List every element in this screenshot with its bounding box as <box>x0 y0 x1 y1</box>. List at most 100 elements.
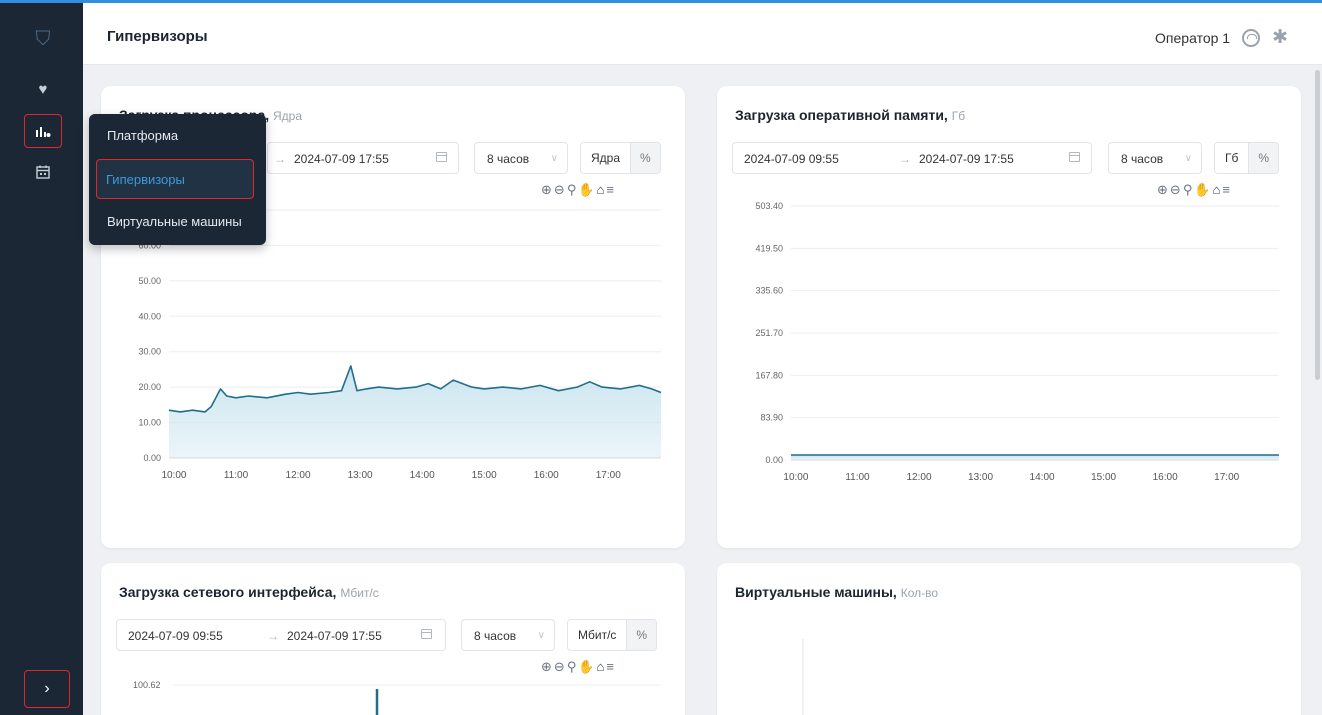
y-tick-label: 0.00 <box>143 453 161 463</box>
pan-hand-icon[interactable]: ✋ <box>578 182 596 197</box>
network-unit-mbit[interactable]: Мбит/с <box>568 620 627 650</box>
memory-load-chart: 0.00 83.90 167.80 251.70 335.60 419.50 503.40 1… <box>755 201 1279 483</box>
memory-range-end[interactable]: 2024-07-09 17:55 <box>919 152 1014 166</box>
memory-load-card: Загрузка оперативной памяти, Гб 2024-07-… <box>717 86 1301 548</box>
reset-home-icon[interactable]: ⌂ <box>1213 182 1223 197</box>
reset-home-icon[interactable]: ⌂ <box>597 182 607 197</box>
memory-unit-gb[interactable]: Гб <box>1215 143 1249 173</box>
network-range-end[interactable]: 2024-07-09 17:55 <box>287 629 382 643</box>
memory-title-unit: Гб <box>951 109 966 123</box>
zoom-select-icon[interactable]: ⚲ <box>567 659 579 674</box>
cpu-unit-toggle: Ядра % <box>580 142 661 174</box>
menu-item-hypervisors[interactable]: Гипервизоры <box>96 159 254 199</box>
bar-chart-icon <box>36 127 51 137</box>
network-load-card: Загрузка сетевого интерфейса, Мбит/с 202… <box>101 563 685 715</box>
vms-chart <box>802 639 804 715</box>
x-tick-label: 10:00 <box>783 472 808 483</box>
series-area <box>169 365 661 458</box>
x-tick-label: 12:00 <box>286 470 311 481</box>
zoom-in-icon[interactable]: ⊕ <box>1157 182 1170 197</box>
cpu-chart-toolbar: ⊕⊖⚲✋⌂≡ <box>541 182 616 198</box>
network-unit-toggle: Мбит/с % <box>567 619 658 651</box>
chart-menu-icon[interactable]: ≡ <box>606 659 616 674</box>
cpu-title-unit: Ядра <box>273 109 303 123</box>
range-arrow-icon: → <box>899 152 911 166</box>
logo-icon[interactable]: ⛉ <box>24 22 62 56</box>
cpu-unit-cores[interactable]: Ядра <box>581 143 631 173</box>
memory-unit-percent[interactable]: % <box>1248 143 1279 173</box>
pan-hand-icon[interactable]: ✋ <box>1194 182 1212 197</box>
calendar-icon[interactable] <box>436 152 447 162</box>
header-bar <box>83 3 1322 65</box>
y-tick-label: 83.90 <box>760 413 783 423</box>
memory-range-start[interactable]: 2024-07-09 09:55 <box>744 152 839 166</box>
memory-chart-toolbar: ⊕⊖⚲✋⌂≡ <box>1157 182 1232 198</box>
x-tick-label: 14:00 <box>1030 472 1055 483</box>
x-tick-label: 12:00 <box>906 472 931 483</box>
x-tick-label: 17:00 <box>1214 472 1239 483</box>
cpu-unit-percent[interactable]: % <box>630 143 660 173</box>
x-tick-label: 16:00 <box>534 470 559 481</box>
memory-period-value: 8 часов <box>1121 152 1164 166</box>
y-tick-label: 335.60 <box>755 286 783 296</box>
vms-card-title: Виртуальные машины, Кол-во <box>735 584 938 600</box>
y-tick-label: 167.80 <box>755 370 783 380</box>
network-range-start[interactable]: 2024-07-09 09:55 <box>128 629 223 643</box>
memory-period-select[interactable]: 8 часов ∨ <box>1108 142 1202 174</box>
range-arrow-icon: → <box>274 152 286 166</box>
chevron-down-icon: ∨ <box>550 153 558 164</box>
metrics-chart-icon[interactable] <box>24 114 62 148</box>
zoom-out-icon[interactable]: ⊖ <box>554 182 567 197</box>
reset-home-icon[interactable]: ⌂ <box>597 659 607 674</box>
network-date-range[interactable]: 2024-07-09 09:55 → 2024-07-09 17:55 <box>116 619 446 651</box>
pan-hand-icon[interactable]: ✋ <box>578 659 596 674</box>
gear-icon[interactable]: ✱ <box>1272 26 1288 49</box>
menu-item-platform[interactable]: Платформа <box>107 128 178 143</box>
calendar-icon[interactable] <box>421 629 432 639</box>
y-tick-label: 50.00 <box>138 276 161 286</box>
network-chart-toolbar: ⊕⊖⚲✋⌂≡ <box>541 659 616 675</box>
y-tick-label: 503.40 <box>755 201 783 211</box>
menu-item-hypervisors-label: Гипервизоры <box>106 172 185 187</box>
heart-monitor-icon[interactable]: ♥ <box>24 72 62 106</box>
menu-item-virtual-machines[interactable]: Виртуальные машины <box>107 214 242 229</box>
network-unit-percent[interactable]: % <box>626 620 657 650</box>
zoom-in-icon[interactable]: ⊕ <box>541 659 554 674</box>
user-avatar-icon[interactable] <box>1242 28 1261 47</box>
cpu-date-range[interactable]: → 2024-07-09 17:55 <box>267 142 459 174</box>
x-tick-label: 11:00 <box>224 470 249 481</box>
metrics-submenu: Платформа Гипервизоры Виртуальные машины <box>89 114 266 245</box>
x-tick-label: 11:00 <box>845 472 870 483</box>
zoom-select-icon[interactable]: ⚲ <box>567 182 579 197</box>
cpu-range-end[interactable]: 2024-07-09 17:55 <box>294 152 389 166</box>
zoom-select-icon[interactable]: ⚲ <box>1183 182 1195 197</box>
x-tick-label: 13:00 <box>348 470 373 481</box>
page-title: Гипервизоры <box>107 28 208 45</box>
calendar-icon <box>36 165 50 179</box>
cpu-period-select[interactable]: 8 часов ∨ <box>474 142 568 174</box>
y-tick-label: 20.00 <box>138 382 161 392</box>
memory-date-range[interactable]: 2024-07-09 09:55 → 2024-07-09 17:55 <box>732 142 1092 174</box>
user-name[interactable]: Оператор 1 <box>1155 30 1230 46</box>
y-tick-label: 30.00 <box>138 347 161 357</box>
calendar-icon[interactable] <box>1069 152 1080 162</box>
calendar-stats-icon[interactable] <box>24 155 62 189</box>
zoom-out-icon[interactable]: ⊖ <box>554 659 567 674</box>
chart-menu-icon[interactable]: ≡ <box>606 182 616 197</box>
expand-sidebar-button[interactable]: › <box>24 670 70 708</box>
zoom-out-icon[interactable]: ⊖ <box>1170 182 1183 197</box>
memory-card-title: Загрузка оперативной памяти, Гб <box>735 107 965 123</box>
chart-menu-icon[interactable]: ≡ <box>1222 182 1232 197</box>
page-scrollbar[interactable] <box>1315 70 1320 380</box>
vms-title-unit: Кол-во <box>900 586 939 600</box>
x-tick-label: 14:00 <box>410 470 435 481</box>
range-arrow-icon: → <box>267 629 279 643</box>
x-tick-label: 17:00 <box>596 470 621 481</box>
network-load-chart: 100.62 <box>133 680 661 715</box>
network-period-select[interactable]: 8 часов ∨ <box>461 619 555 651</box>
user-area: Оператор 1 ✱ <box>1155 26 1288 49</box>
chevron-down-icon: ∨ <box>537 630 545 641</box>
network-card-title: Загрузка сетевого интерфейса, Мбит/с <box>119 584 379 600</box>
zoom-in-icon[interactable]: ⊕ <box>541 182 554 197</box>
network-title-unit: Мбит/с <box>340 586 379 600</box>
